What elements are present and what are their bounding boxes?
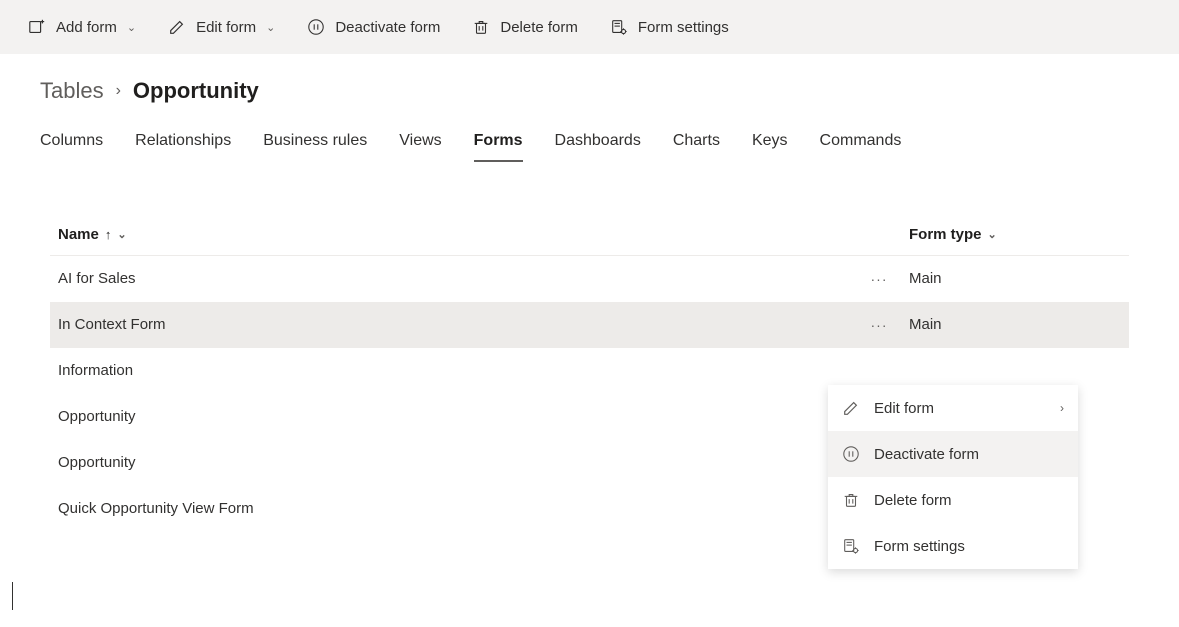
- chevron-down-icon: ⌄: [127, 21, 136, 34]
- entity-tabs: Columns Relationships Business rules Vie…: [40, 132, 1139, 162]
- context-delete-form[interactable]: Delete form: [828, 477, 1078, 523]
- tab-relationships[interactable]: Relationships: [135, 132, 231, 162]
- column-header-form-type[interactable]: Form type ⌄: [909, 226, 1129, 243]
- context-delete-label: Delete form: [874, 492, 952, 509]
- tab-columns[interactable]: Columns: [40, 132, 103, 162]
- tab-dashboards[interactable]: Dashboards: [555, 132, 641, 162]
- row-name-cell: Opportunity: [50, 454, 849, 471]
- form-settings-icon: [610, 18, 628, 36]
- context-deactivate-label: Deactivate form: [874, 446, 979, 463]
- row-type-cell: Main: [909, 270, 1129, 287]
- sort-ascending-icon: ↑: [105, 227, 112, 242]
- trash-icon: [472, 18, 490, 36]
- form-settings-button[interactable]: Form settings: [598, 10, 741, 44]
- chevron-down-icon: ⌄: [988, 228, 997, 241]
- context-form-settings[interactable]: Form settings: [828, 523, 1078, 569]
- trash-icon: [842, 491, 860, 509]
- pause-circle-icon: [842, 445, 860, 463]
- context-edit-label: Edit form: [874, 400, 934, 417]
- table-header: Name ↑ ⌄ Form type ⌄: [50, 226, 1129, 256]
- pause-circle-icon: [307, 18, 325, 36]
- table-row[interactable]: AI for Sales ··· Main: [50, 256, 1129, 302]
- chevron-down-icon: ⌄: [266, 21, 275, 34]
- row-name-cell: AI for Sales: [50, 270, 849, 287]
- delete-form-label: Delete form: [500, 19, 578, 36]
- form-settings-label: Form settings: [638, 19, 729, 36]
- delete-form-button[interactable]: Delete form: [460, 10, 590, 44]
- row-name-cell: Information: [50, 362, 849, 379]
- tab-business-rules[interactable]: Business rules: [263, 132, 367, 162]
- column-header-type-label: Form type: [909, 226, 982, 243]
- form-settings-icon: [842, 537, 860, 555]
- edit-icon: [842, 399, 860, 417]
- deactivate-form-button[interactable]: Deactivate form: [295, 10, 452, 44]
- context-deactivate-form[interactable]: Deactivate form: [828, 431, 1078, 477]
- breadcrumb: Tables › Opportunity: [40, 78, 1139, 104]
- add-form-label: Add form: [56, 19, 117, 36]
- table-row[interactable]: In Context Form ··· Main: [50, 302, 1129, 348]
- tab-charts[interactable]: Charts: [673, 132, 720, 162]
- row-type-cell: Main: [909, 316, 1129, 333]
- add-form-button[interactable]: Add form ⌄: [16, 10, 148, 44]
- row-actions-icon[interactable]: ···: [871, 317, 888, 333]
- edit-icon: [168, 18, 186, 36]
- tab-forms[interactable]: Forms: [474, 132, 523, 162]
- chevron-right-icon: ›: [116, 82, 121, 100]
- breadcrumb-parent[interactable]: Tables: [40, 78, 104, 104]
- row-name-cell: Opportunity: [50, 408, 849, 425]
- tab-views[interactable]: Views: [399, 132, 441, 162]
- row-context-menu: Edit form › Deactivate form Delete form: [828, 385, 1078, 569]
- row-name-cell: In Context Form: [50, 316, 849, 333]
- context-settings-label: Form settings: [874, 538, 965, 555]
- chevron-right-icon: ›: [1060, 401, 1064, 415]
- tab-commands[interactable]: Commands: [820, 132, 902, 162]
- row-name-cell: Quick Opportunity View Form: [50, 500, 849, 517]
- chevron-down-icon: ⌄: [117, 228, 126, 241]
- context-edit-form[interactable]: Edit form ›: [828, 385, 1078, 431]
- deactivate-form-label: Deactivate form: [335, 19, 440, 36]
- text-cursor: [12, 582, 13, 610]
- row-actions-icon[interactable]: ···: [871, 271, 888, 287]
- edit-form-button[interactable]: Edit form ⌄: [156, 10, 287, 44]
- add-form-icon: [28, 18, 46, 36]
- tab-keys[interactable]: Keys: [752, 132, 788, 162]
- column-header-name[interactable]: Name ↑ ⌄: [50, 226, 849, 243]
- edit-form-label: Edit form: [196, 19, 256, 36]
- column-header-name-label: Name: [58, 226, 99, 243]
- breadcrumb-current: Opportunity: [133, 78, 259, 104]
- top-toolbar: Add form ⌄ Edit form ⌄ Deactivate form: [0, 0, 1179, 54]
